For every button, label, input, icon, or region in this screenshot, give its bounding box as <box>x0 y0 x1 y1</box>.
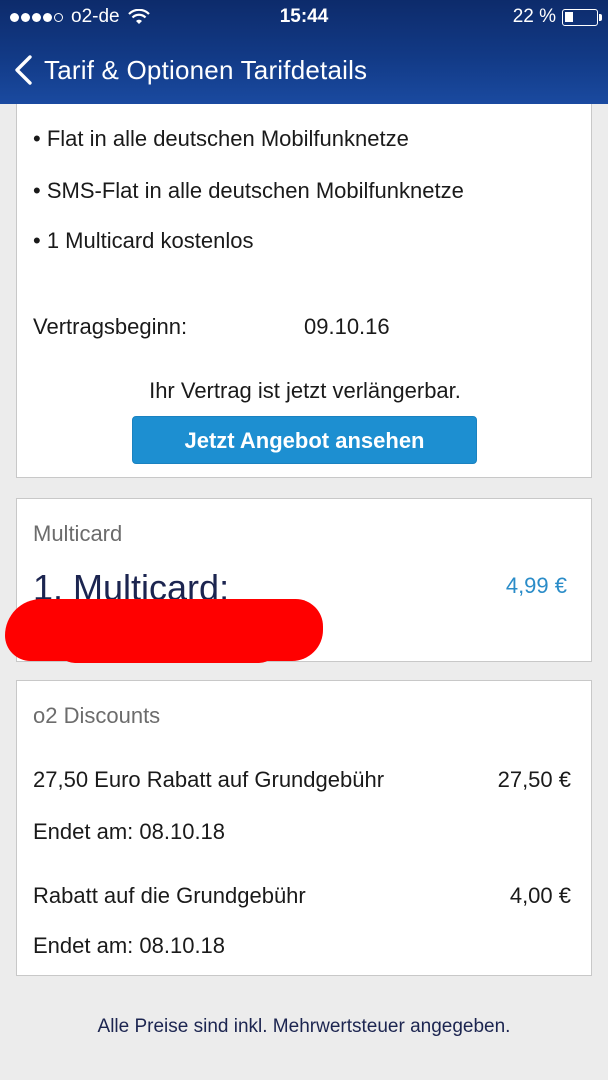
battery-percent: 22 % <box>512 6 556 27</box>
discounts-card: o2 Discounts 27,50 Euro Rabatt auf Grund… <box>16 680 592 976</box>
battery-icon <box>562 8 602 26</box>
status-right: 22 % <box>512 6 602 28</box>
contract-start-label: Vertragsbeginn: <box>33 314 188 339</box>
section-title: Multicard <box>33 521 123 546</box>
feature-item: • Flat in alle deutschen Mobilfunknetze <box>33 126 409 151</box>
view-offer-button[interactable]: Jetzt Angebot ansehen <box>132 416 477 464</box>
section-title: o2 Discounts <box>33 703 161 728</box>
discount-amount: 4,00 € <box>509 883 571 908</box>
back-chevron-icon[interactable] <box>12 54 34 86</box>
multicard-price: 4,99 € <box>505 573 567 598</box>
contract-start-value: 09.10.16 <box>304 314 390 339</box>
feature-item: • 1 Multicard kostenlos <box>33 228 254 253</box>
discount-label: 27,50 Euro Rabatt auf Grundgebühr <box>33 767 385 792</box>
discount-label: Rabatt auf die Grundgebühr <box>33 883 306 908</box>
discount-end-date: Endet am: 08.10.18 <box>33 819 226 844</box>
app-header: o2-de 15:44 22 % Tarif & Optionen Tarifd… <box>0 0 608 104</box>
nav-title[interactable]: Tarif & Optionen Tarifdetails <box>44 55 367 86</box>
redaction-mark <box>57 627 277 663</box>
footer-note: Alle Preise sind inkl. Mehrwertsteuer an… <box>97 1016 511 1037</box>
tariff-card: • Flat in alle deutschen Mobilfunknetze … <box>16 104 592 478</box>
feature-item: • SMS-Flat in alle deutschen Mobilfunkne… <box>33 178 464 203</box>
discount-amount: 27,50 € <box>497 767 571 792</box>
renewal-text: Ihr Vertrag ist jetzt verlängerbar. <box>149 378 461 403</box>
nav-bar: Tarif & Optionen Tarifdetails <box>0 40 608 100</box>
status-bar: o2-de 15:44 22 % <box>0 0 608 34</box>
multicard-card: Multicard 1. Multicard: 4,99 € <box>5 498 592 663</box>
discount-end-date: Endet am: 08.10.18 <box>33 933 226 958</box>
